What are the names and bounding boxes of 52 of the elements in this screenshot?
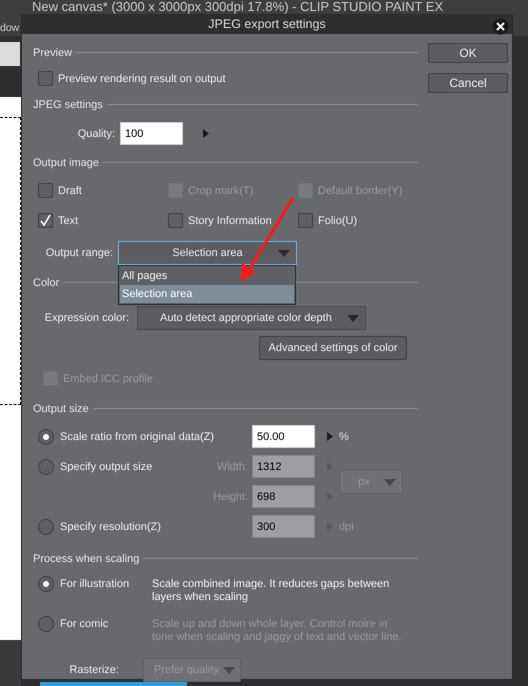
close-icon[interactable] [492, 18, 509, 35]
app-title: New canvas* (3000 x 3000px 300dpi 17.8%) - CLIP STUDIO PAINT EX [32, 0, 444, 14]
menu-item[interactable]: dow [0, 22, 20, 34]
section-heading: Process when scaling [33, 552, 140, 566]
quality-field[interactable]: 100 [120, 122, 183, 146]
caret-icon [278, 250, 290, 257]
section-heading: Output image [33, 156, 100, 170]
radio-label: For illustration [60, 576, 130, 592]
radio-label: For comic [60, 616, 110, 632]
radio-label: Specify resolution(Z) [60, 520, 161, 534]
spin-arrow-icon[interactable] [327, 432, 333, 442]
radio-label: Specify output size [60, 460, 152, 474]
section-heading: Output size [33, 402, 89, 416]
caret-icon [223, 666, 235, 674]
checkbox[interactable] [298, 213, 313, 228]
advanced-color-button[interactable]: Advanced settings of color [259, 336, 407, 360]
field-label: Output range: [44, 246, 113, 260]
radio-label: Scale ratio from original data(Z) [60, 430, 214, 444]
dialog-button[interactable]: Cancel [428, 72, 508, 93]
number-field[interactable]: 50.00 [252, 425, 315, 448]
radio-button[interactable] [38, 458, 54, 475]
dialog-button[interactable]: OK [428, 42, 508, 63]
radio-button[interactable] [38, 616, 54, 632]
color-depth-dropdown[interactable]: Auto detect appropriate color depth [137, 306, 366, 330]
radio-button[interactable] [38, 428, 54, 445]
checkbox[interactable] [168, 213, 183, 228]
checkbox[interactable] [38, 183, 53, 198]
option-description: Scale combined image. It reduces gaps between layers when scaling [152, 576, 390, 604]
checkbox-label: Preview rendering result on output [58, 72, 226, 86]
checkbox-label: Folio(U) [318, 214, 358, 228]
field-label: Quality: [76, 126, 115, 142]
field-label: Rasterize: [68, 662, 119, 678]
caret-icon [347, 314, 359, 322]
radio-button[interactable] [38, 518, 54, 535]
checkbox[interactable] [38, 213, 53, 228]
dropdown-option[interactable]: All pages [120, 266, 294, 285]
dialog-title: JPEG export settings [208, 16, 326, 33]
section-heading: JPEG settings [33, 98, 103, 112]
unit-label: % [339, 430, 349, 444]
section-heading: Color [33, 276, 60, 290]
toolbar-icon[interactable] [0, 42, 20, 66]
checkbox-label: Text [58, 214, 78, 228]
dropdown-option[interactable]: Selection area [120, 284, 294, 303]
spin-arrow-icon[interactable] [203, 129, 209, 138]
checkbox-label: Draft [58, 184, 82, 198]
checkbox[interactable] [38, 71, 53, 86]
checkbox-label: Story Information [188, 214, 272, 228]
section-heading: Preview [33, 46, 72, 60]
output-range-dropdown[interactable]: Selection area [118, 240, 297, 265]
caret-icon [384, 478, 396, 486]
field-label: Expression color: [44, 310, 129, 326]
radio-button[interactable] [38, 576, 54, 592]
